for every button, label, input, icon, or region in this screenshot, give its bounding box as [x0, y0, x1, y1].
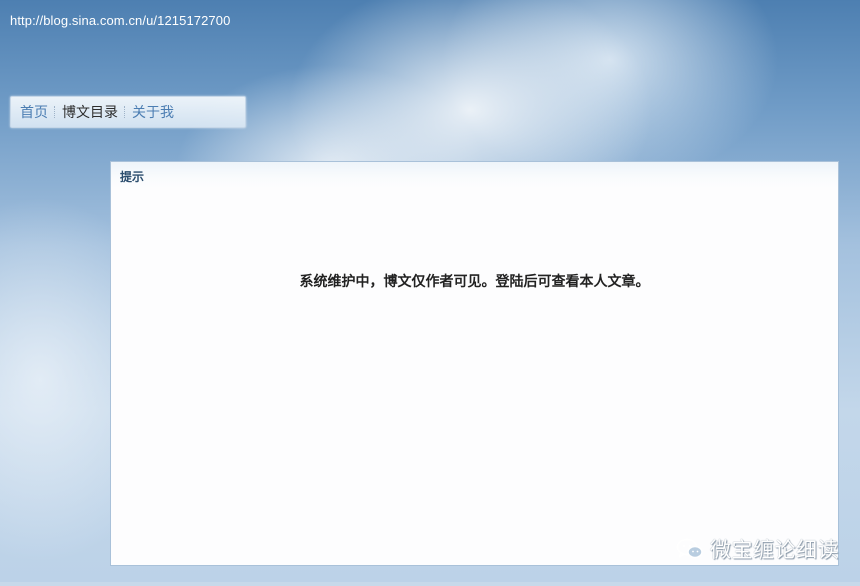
nav-separator: [54, 106, 56, 118]
bottom-strip: [0, 582, 860, 586]
wechat-icon: [676, 538, 703, 559]
nav-item-about-me[interactable]: 关于我: [132, 102, 174, 122]
notice-panel: 提示 系统维护中，博文仅作者可见。登陆后可查看本人文章。: [110, 161, 839, 566]
watermark: 微宝缠论细读: [676, 534, 839, 564]
notice-message: 系统维护中，博文仅作者可见。登陆后可查看本人文章。: [299, 274, 650, 290]
watermark-text: 微宝缠论细读: [710, 538, 839, 562]
notice-title: 提示: [120, 170, 145, 184]
blog-nav-bar: 首页 博文目录 关于我: [10, 96, 246, 128]
nav-separator: [124, 106, 126, 118]
nav-item-home[interactable]: 首页: [20, 102, 48, 122]
notice-header: 提示: [111, 162, 838, 188]
nav-item-article-list[interactable]: 博文目录: [62, 102, 118, 122]
blog-url: http://blog.sina.com.cn/u/1215172700: [10, 13, 231, 28]
